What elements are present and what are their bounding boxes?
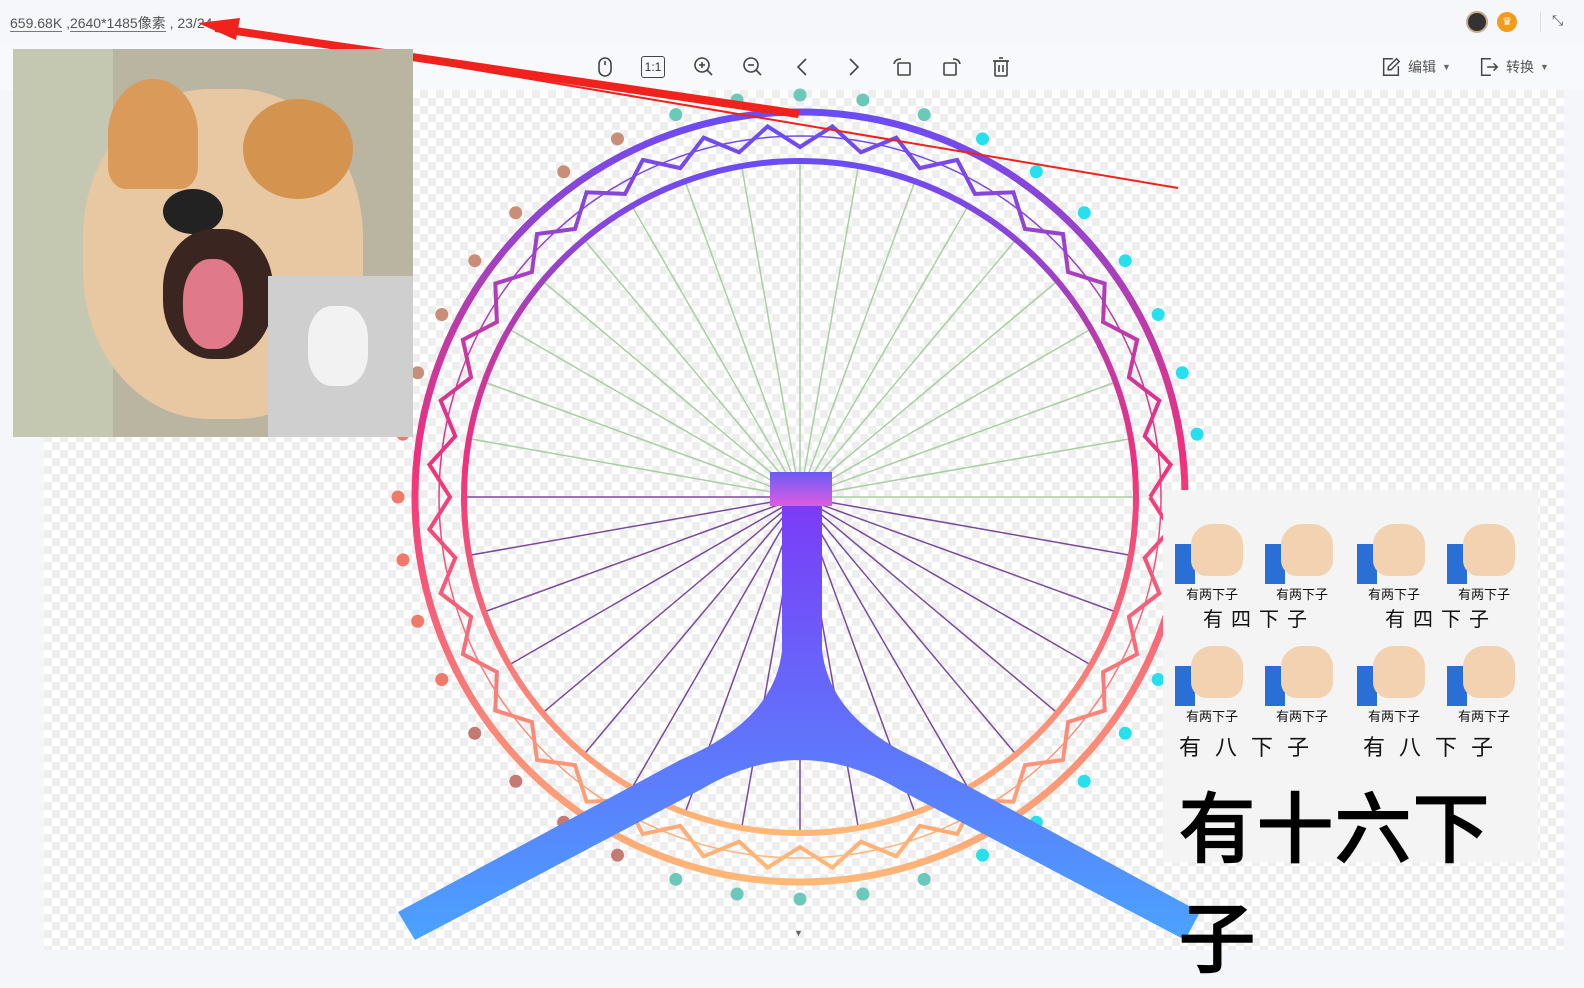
cabin-dot [411, 614, 425, 628]
thumbs-up-icon [1191, 646, 1243, 698]
sticker-label: 有两下子 [1457, 587, 1510, 602]
cabin-dot [509, 774, 523, 788]
cabin-dot [435, 307, 449, 321]
cabin-dot [793, 892, 807, 906]
sticker-label: 有两下子 [1457, 709, 1510, 724]
cabin-dot [669, 108, 683, 122]
caption-four: 有四下子 [1203, 609, 1315, 631]
thumbs-up-icon [1373, 646, 1425, 698]
cabin-dot [610, 848, 624, 862]
thumbs-up-cat-inset [268, 276, 413, 437]
thumbs-up-icon [1191, 524, 1243, 576]
thumbs-up-sticker: 有两下子 [1171, 640, 1253, 724]
sticker-label: 有两下子 [1275, 587, 1328, 602]
sticker-label: 有两下子 [1367, 709, 1420, 724]
cabin-dot [1029, 165, 1043, 179]
thumbs-up-meme: 有两下子 有两下子 有两下子 有两下子 有两下子 有两下子 有两下子 有两下子 有四下子 有四… [1163, 490, 1538, 983]
thumbs-up-sticker: 有两下子 [1443, 640, 1525, 724]
cabin-dot [856, 887, 870, 901]
cabin-dot [976, 132, 990, 146]
thumbs-up-icon [1281, 524, 1333, 576]
wheel-hub [770, 472, 832, 506]
cabin-dot [917, 108, 931, 122]
thumbs-up-sticker: 有两下子 [1443, 518, 1525, 602]
cabin-dot [1077, 206, 1091, 220]
thumbs-up-icon [1463, 646, 1515, 698]
cabin-dot [411, 366, 425, 380]
thumbs-up-sticker: 有两下子 [1353, 640, 1435, 724]
scroll-down-icon[interactable]: ▼ [794, 928, 803, 938]
cabin-dot [557, 165, 571, 179]
sticker-label: 有两下子 [1367, 587, 1420, 602]
cabin-dot [396, 553, 410, 567]
cabin-dot [1077, 774, 1091, 788]
thumbs-up-icon [1463, 524, 1515, 576]
cabin-dot [435, 673, 449, 687]
cabin-dot [1175, 366, 1189, 380]
caption-four: 有四下子 [1385, 609, 1497, 631]
cabin-dot [856, 93, 870, 107]
thumbs-up-sticker: 有两下子 [1171, 518, 1253, 602]
thumbs-up-sticker: 有两下子 [1261, 640, 1343, 724]
caption-eight: 有八下子 [1362, 735, 1507, 760]
cabin-dot [1190, 427, 1204, 441]
cabin-dot [1118, 254, 1132, 268]
cabin-dot [917, 872, 931, 886]
thumbs-up-sticker: 有两下子 [1261, 518, 1343, 602]
shiba-dog-photo [13, 49, 413, 437]
thumbs-up-icon [1281, 646, 1333, 698]
caption-eight: 有八下子 [1178, 735, 1323, 760]
cabin-dot [468, 726, 482, 740]
cabin-dot [391, 490, 405, 504]
cabin-dot [730, 887, 744, 901]
big-caption: 有十六下子 [1179, 788, 1491, 983]
cabin-dot [793, 88, 807, 102]
sticker-label: 有两下子 [1275, 709, 1328, 724]
thumbs-up-sticker: 有两下子 [1353, 518, 1435, 602]
sticker-label: 有两下子 [1185, 587, 1238, 602]
cabin-dot [468, 254, 482, 268]
cabin-dot [976, 848, 990, 862]
cabin-dot [669, 872, 683, 886]
thumbs-up-icon [1373, 524, 1425, 576]
sticker-label: 有两下子 [1185, 709, 1238, 724]
cabin-dot [509, 206, 523, 220]
cabin-dot [610, 132, 624, 146]
cabin-dot [1118, 726, 1132, 740]
cabin-dot [1151, 307, 1165, 321]
